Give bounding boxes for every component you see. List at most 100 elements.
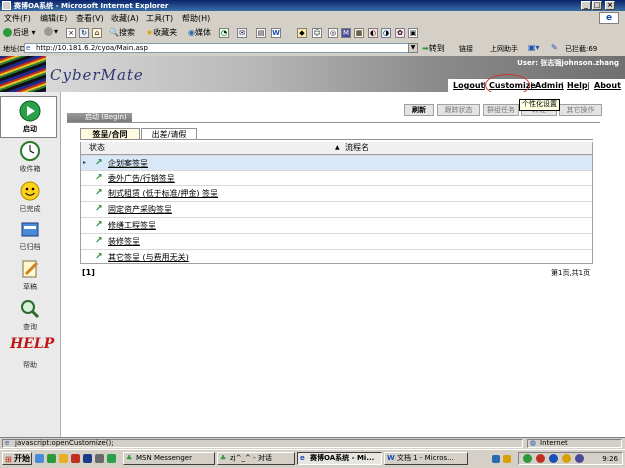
table-row[interactable]: ▸ ↗ 企划案签呈	[81, 155, 592, 170]
back-button[interactable]: 后退 ▾	[3, 27, 36, 38]
refresh-icon[interactable]: ↻	[79, 28, 89, 38]
maximize-button[interactable]: □	[592, 1, 602, 10]
ime-icon[interactable]	[492, 455, 500, 463]
menu-bar: 文件(F) 编辑(E) 查看(V) 收藏(A) 工具(T) 帮助(H) e	[0, 11, 625, 26]
research-icon[interactable]: ◎	[328, 28, 338, 38]
column-header-process-name[interactable]: 流程名	[345, 142, 369, 154]
sort-asc-icon[interactable]: ▲	[335, 142, 340, 154]
other-actions-button[interactable]: 其它操作	[559, 104, 602, 116]
table-row[interactable]: ↗ 委外广告/行销签呈	[81, 170, 592, 185]
group-task-button[interactable]: 群组任务	[483, 104, 519, 116]
tray-network-icon[interactable]	[549, 454, 558, 463]
process-name-link[interactable]: 装修签呈	[108, 236, 140, 247]
process-name-link[interactable]: 其它签呈 (与费用无关)	[108, 252, 189, 263]
tray-volume-icon[interactable]	[562, 454, 571, 463]
logout-link[interactable]: Logout	[453, 81, 484, 90]
folder-icon[interactable]: ▦	[354, 28, 364, 38]
links-button[interactable]: 链接	[459, 44, 473, 54]
quicklaunch-desktop-icon[interactable]	[47, 454, 56, 463]
msn-task-icon: ♣	[126, 454, 133, 462]
sidebar-item-completed[interactable]: 已完成	[0, 180, 60, 216]
popup-blocked-count[interactable]: 已拦截:69	[565, 44, 597, 54]
media-button[interactable]: ◉媒体	[188, 27, 211, 38]
menu-favorites[interactable]: 收藏(A)	[111, 13, 139, 24]
word-icon[interactable]: W	[271, 28, 281, 38]
menu-help[interactable]: 帮助(H)	[182, 13, 210, 24]
search-button[interactable]: 🔍搜索	[109, 27, 135, 38]
print-icon[interactable]: ▤	[256, 28, 266, 38]
table-row[interactable]: ↗ 装修签呈	[81, 233, 592, 248]
sidebar-label-archived: 已归档	[19, 243, 41, 251]
quicklaunch-app-icon[interactable]	[71, 454, 80, 463]
msn-icon[interactable]: M	[341, 28, 351, 38]
sidebar-item-inbox[interactable]: 收件箱	[0, 140, 60, 176]
customize-tooltip: 个性化设置	[519, 99, 560, 111]
process-name-link[interactable]: 企划案签呈	[108, 158, 148, 169]
sidebar-item-drafts[interactable]: 草稿	[0, 258, 60, 294]
quicklaunch-media-icon[interactable]	[83, 454, 92, 463]
process-name-link[interactable]: 固定资产采购签呈	[108, 204, 172, 215]
favorites-button[interactable]: ★收藏夹	[146, 27, 177, 38]
messenger-icon[interactable]: ☺	[312, 28, 322, 38]
home-icon[interactable]: ⌂	[92, 28, 102, 38]
assist-tool-icon[interactable]: ▣▾	[528, 43, 540, 52]
task-chat[interactable]: ♣ zj^_^ - 对话	[217, 452, 295, 465]
mail-icon[interactable]: ✉	[237, 28, 247, 38]
admin-link[interactable]: Admin	[535, 81, 564, 90]
quicklaunch-ie-icon[interactable]	[35, 454, 44, 463]
minimize-button[interactable]: _	[581, 1, 591, 10]
close-button[interactable]: ×	[605, 1, 615, 10]
ime-mode-icon[interactable]	[503, 455, 511, 463]
track-status-button[interactable]: 跟踪状态	[437, 104, 480, 116]
forward-button[interactable]: ▾	[44, 27, 58, 36]
quicklaunch-msn-icon[interactable]	[107, 454, 116, 463]
table-row[interactable]: ↗ 修缮工程签呈	[81, 217, 592, 232]
sidebar-item-query[interactable]: 查询	[0, 298, 60, 334]
quicklaunch-outlook-icon[interactable]	[59, 454, 68, 463]
process-arrow-icon: ↗	[95, 236, 103, 246]
discuss-icon[interactable]: ◆	[297, 28, 307, 38]
process-name-link[interactable]: 委外广告/行销签呈	[108, 173, 175, 184]
assist-tool-icon-2[interactable]: ✎	[551, 43, 558, 52]
sidebar-item-archived[interactable]: 已归档	[0, 218, 60, 254]
process-name-link[interactable]: 制式租赁 (低于标准/押金) 签呈	[108, 188, 218, 199]
help-link[interactable]: Help	[567, 81, 588, 90]
table-row[interactable]: ↗ 其它签呈 (与费用无关)	[81, 249, 592, 264]
address-input[interactable]: e http://10.181.6.2/cyoa/Main.asp	[24, 43, 418, 53]
task-oa-browser[interactable]: e 赛博OA系统 - Mi...	[297, 452, 382, 465]
tray-app-icon[interactable]	[575, 454, 584, 463]
history-icon[interactable]: ◔	[219, 28, 229, 38]
quicklaunch-more-icon[interactable]	[95, 454, 104, 463]
menu-tools[interactable]: 工具(T)	[146, 13, 173, 24]
start-button[interactable]: ⊞ 开始	[2, 452, 32, 465]
windows-logo-icon: e	[599, 12, 619, 24]
pager-page-link[interactable]: [1]	[82, 268, 95, 277]
process-name-link[interactable]: 修缮工程签呈	[108, 220, 156, 231]
task-msn-messenger[interactable]: ♣ MSN Messenger	[123, 452, 215, 465]
browser-toolbar: 后退 ▾ ▾ × ↻ ⌂ 🔍搜索 ★收藏夹 ◉媒体 ◔ ✉ ▤ W ◆ ☺ ◎ …	[0, 25, 625, 42]
table-row[interactable]: ↗ 制式租赁 (低于标准/押金) 签呈	[81, 185, 592, 200]
tool-icon-3[interactable]: ✿	[395, 28, 405, 38]
tray-antivirus-icon[interactable]	[536, 454, 545, 463]
tool-icon-1[interactable]: ◐	[368, 28, 378, 38]
internet-assist-button[interactable]: 上网助手	[490, 44, 518, 54]
menu-edit[interactable]: 编辑(E)	[40, 13, 67, 24]
address-dropdown-icon[interactable]: ▼	[408, 43, 418, 53]
column-header-status[interactable]: 状态	[89, 142, 105, 154]
sidebar-item-start[interactable]: 启动	[0, 100, 60, 136]
table-row[interactable]: ↗ 固定资产采购签呈	[81, 201, 592, 216]
current-row-marker-icon: ▸	[83, 159, 87, 166]
about-link[interactable]: About	[594, 81, 621, 90]
task-word-document[interactable]: W 文档 1 - Micros...	[384, 452, 468, 465]
refresh-button[interactable]: 刷新	[404, 104, 434, 116]
tool-icon-4[interactable]: ▣	[408, 28, 418, 38]
sidebar-item-help[interactable]: HELP 帮助	[0, 336, 60, 372]
go-button[interactable]: ➡转到	[422, 43, 445, 54]
tray-msn-icon[interactable]	[523, 454, 532, 463]
menu-view[interactable]: 查看(V)	[76, 13, 104, 24]
go-arrow-icon: ➡	[422, 44, 429, 53]
tool-icon-2[interactable]: ◑	[381, 28, 391, 38]
stop-icon[interactable]: ×	[66, 28, 76, 38]
sidebar-label-completed: 已完成	[19, 205, 41, 213]
menu-file[interactable]: 文件(F)	[4, 13, 31, 24]
